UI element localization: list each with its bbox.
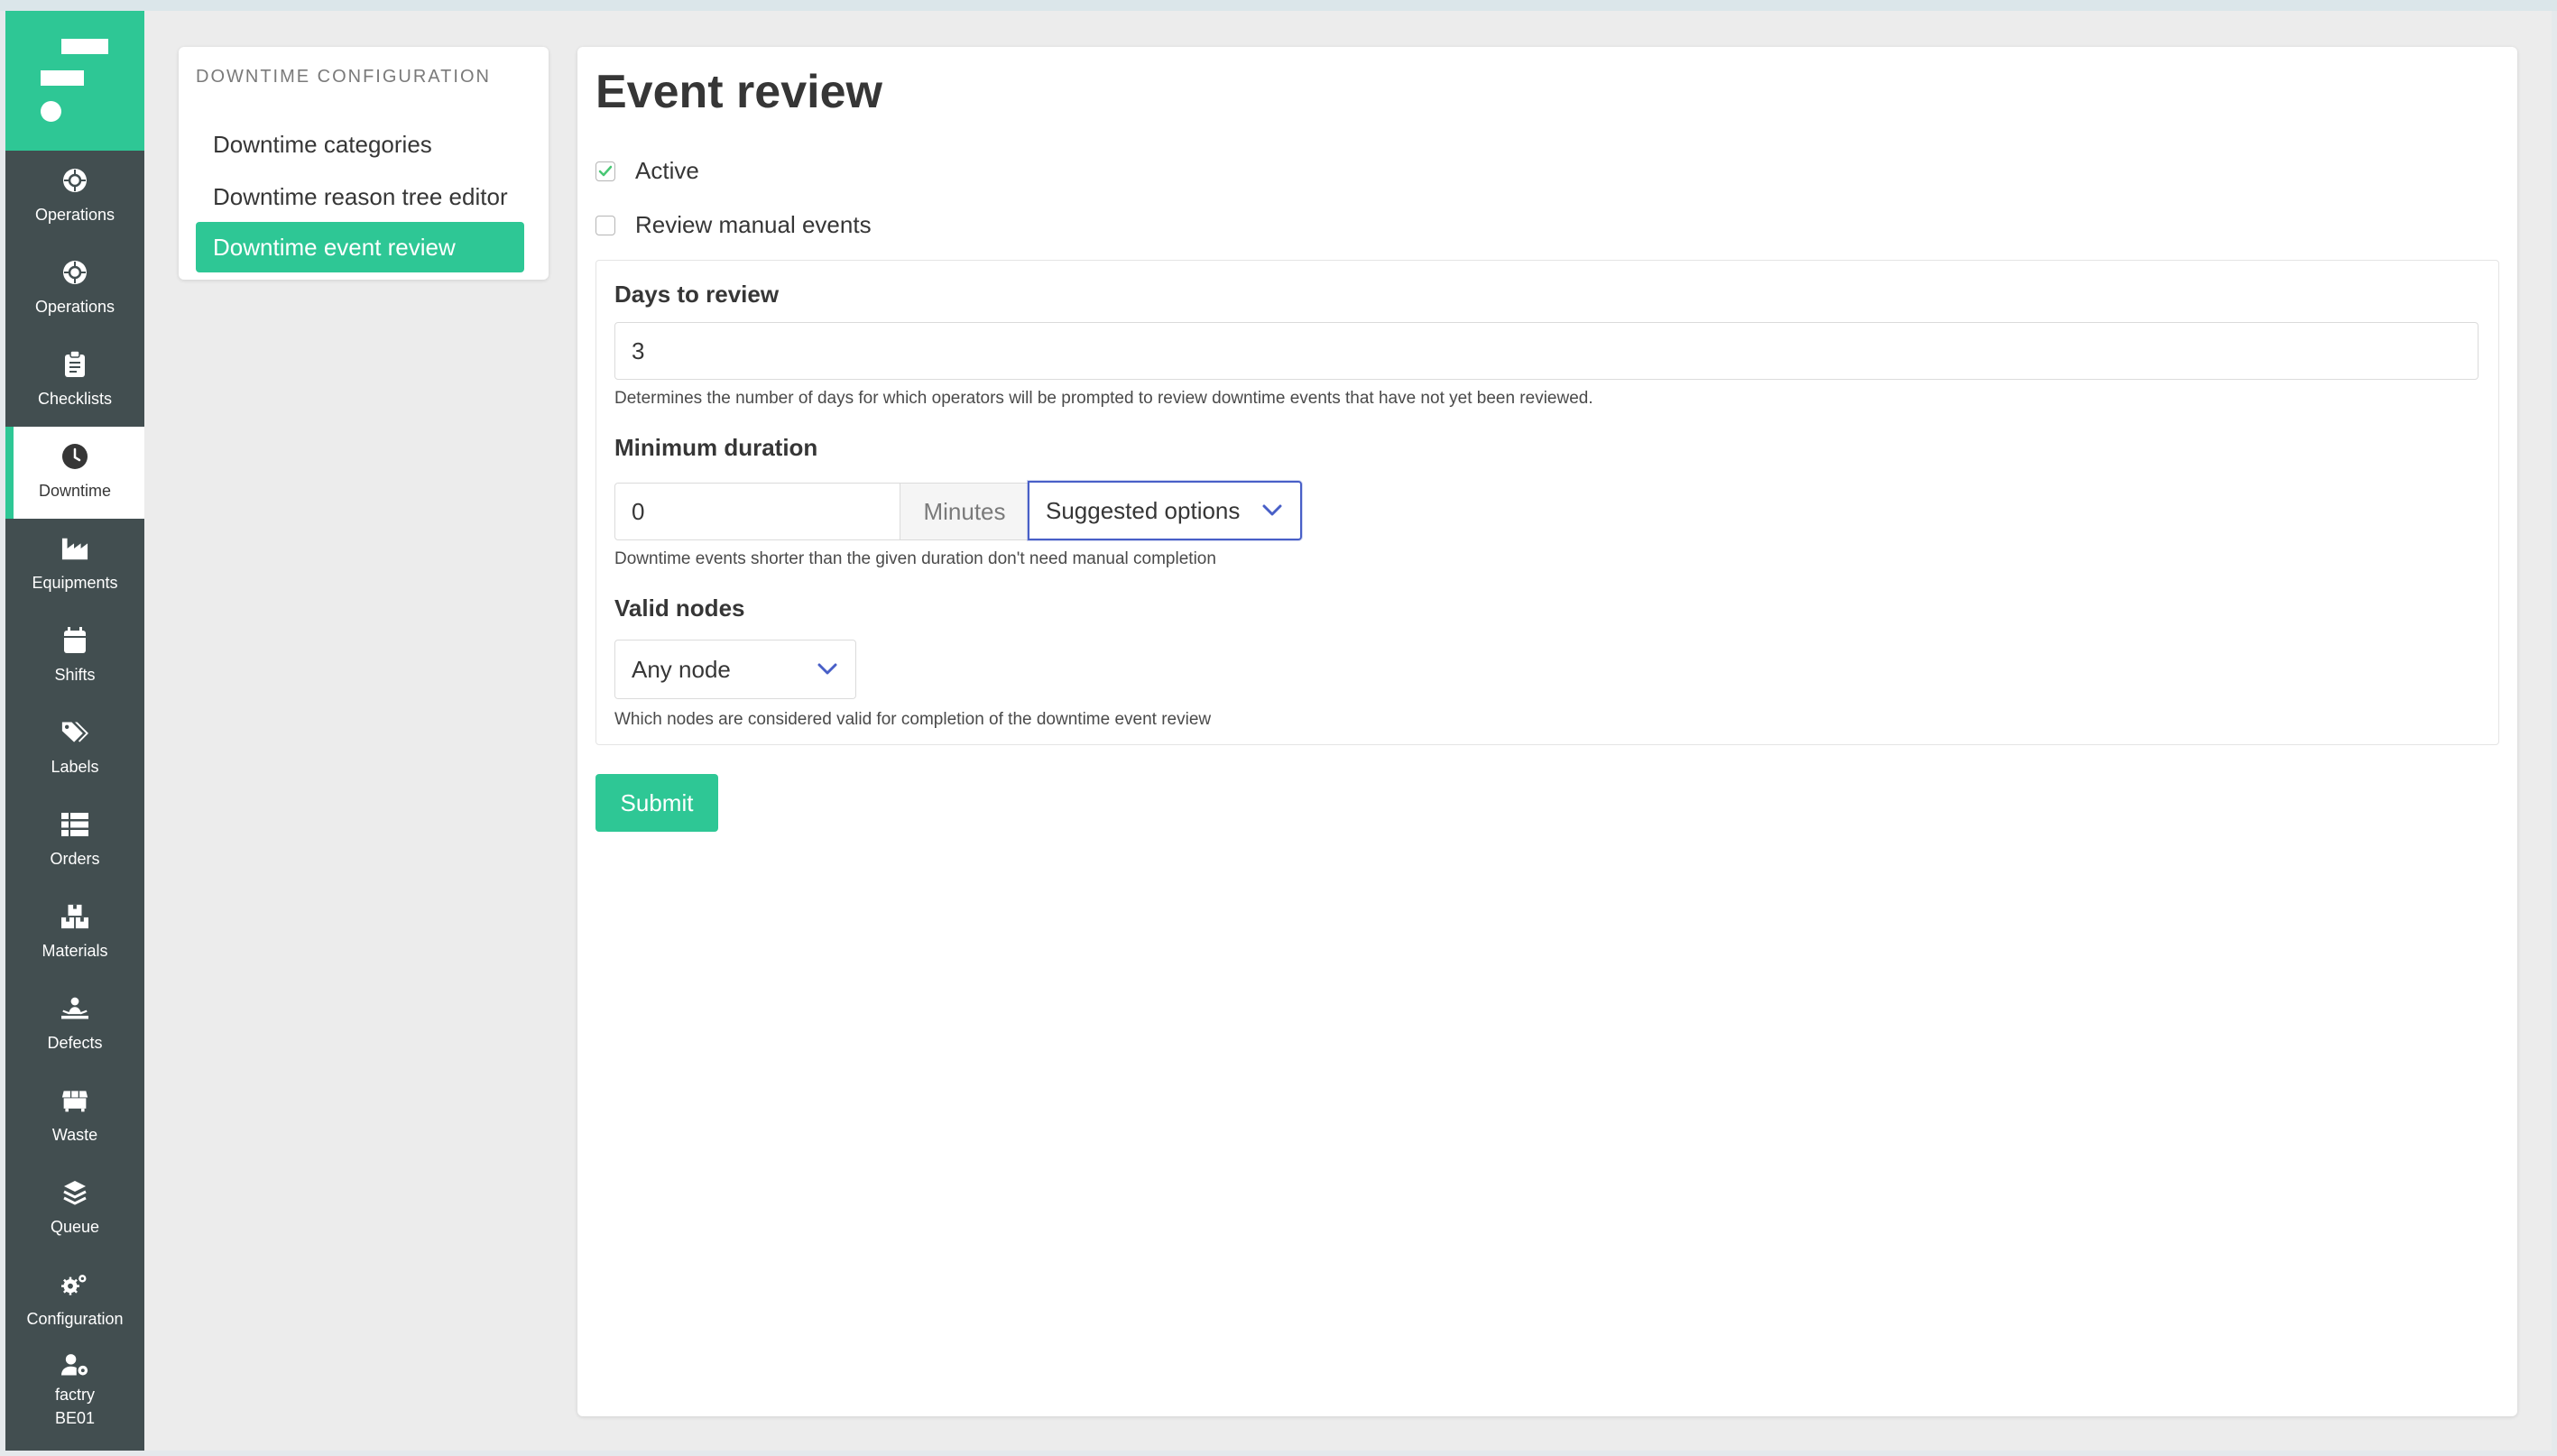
sidebar-item-label: Queue [50, 1218, 100, 1236]
user-site: BE01 [54, 1409, 96, 1427]
person-broken-icon [61, 995, 88, 1022]
sidebar: Operations Operations Checklists Downtim… [5, 11, 144, 1451]
factory-icon [61, 535, 88, 562]
suggested-options-value: Suggested options [1046, 496, 1241, 524]
list-icon [61, 811, 88, 838]
tags-icon [61, 719, 88, 746]
minutes-addon: Minutes [900, 483, 1029, 540]
valid-nodes-select[interactable]: Any node [614, 640, 856, 699]
event-review-card: Event review Active Review manual events… [577, 47, 2517, 1416]
sidebar-item-label: Waste [51, 1126, 98, 1144]
menu-link-downtime-categories[interactable]: Downtime categories [196, 119, 524, 170]
valid-nodes-label: Valid nodes [614, 594, 745, 622]
min-duration-label: Minimum duration [614, 434, 818, 461]
sidebar-item-defects[interactable]: Defects [5, 979, 144, 1071]
factry-logo[interactable] [5, 11, 144, 151]
user-menu[interactable]: factry BE01 [5, 1347, 144, 1430]
sidebar-item-waste[interactable]: Waste [5, 1071, 144, 1163]
sidebar-item-queue[interactable]: Queue [5, 1163, 144, 1255]
sidebar-item-label: Materials [42, 942, 108, 960]
sidebar-item-label: Shifts [54, 666, 96, 684]
submit-button[interactable]: Submit [595, 774, 718, 832]
app-frame: Operations Operations Checklists Downtim… [5, 11, 2552, 1451]
review-settings-box: Days to review 3 Determines the number o… [595, 260, 2499, 745]
check-icon [598, 165, 613, 176]
sidebar-item-label: Defects [47, 1034, 103, 1052]
menu-title: DOWNTIME CONFIGURATION [196, 67, 491, 87]
chevron-down-icon [1262, 504, 1282, 516]
valid-nodes-help: Which nodes are considered valid for com… [614, 710, 1212, 729]
min-duration-help: Downtime events shorter than the given d… [614, 549, 1216, 568]
days-input[interactable]: 3 [614, 322, 2479, 380]
sidebar-item-orders[interactable]: Orders [5, 795, 144, 887]
clock-icon [61, 443, 88, 470]
sidebar-item-label: Operations [34, 298, 115, 316]
calendar-icon [61, 627, 88, 654]
review-manual-checkbox[interactable] [595, 215, 615, 235]
active-label: Active [635, 157, 699, 184]
gears-icon [61, 1271, 88, 1298]
sidebar-item-label: Downtime [38, 482, 112, 500]
globe-icon [61, 167, 88, 194]
days-help: Determines the number of days for which … [614, 389, 1593, 408]
suggested-options-select[interactable]: Suggested options [1028, 481, 1302, 540]
sidebar-item-checklists[interactable]: Checklists [5, 335, 144, 427]
sidebar-item-operations-2[interactable]: Operations [5, 243, 144, 335]
sidebar-item-label: Orders [50, 850, 100, 868]
clipboard-icon [61, 351, 88, 378]
downtime-config-menu: DOWNTIME CONFIGURATION Downtime categori… [179, 47, 549, 280]
layers-icon [61, 1179, 88, 1206]
user-cog-icon [61, 1352, 88, 1378]
sidebar-item-shifts[interactable]: Shifts [5, 611, 144, 703]
chevron-down-icon [817, 663, 837, 675]
sidebar-item-label: Equipments [32, 574, 118, 592]
sidebar-item-configuration[interactable]: Configuration [5, 1255, 144, 1347]
globe-icon [61, 259, 88, 286]
review-manual-checkbox-row[interactable]: Review manual events [595, 211, 872, 239]
dumpster-icon [61, 1087, 88, 1114]
window-top-edge [0, 0, 2557, 11]
sidebar-item-label: Labels [51, 758, 99, 776]
boxes-icon [61, 903, 88, 930]
sidebar-item-downtime[interactable]: Downtime [5, 427, 144, 519]
review-manual-label: Review manual events [635, 211, 872, 238]
user-name: factry [54, 1386, 95, 1404]
min-duration-input[interactable]: 0 [614, 483, 901, 540]
menu-link-event-review[interactable]: Downtime event review [196, 222, 524, 272]
page-title: Event review [595, 66, 882, 118]
sidebar-item-equipments[interactable]: Equipments [5, 519, 144, 611]
sidebar-item-materials[interactable]: Materials [5, 887, 144, 979]
sidebar-item-labels[interactable]: Labels [5, 703, 144, 795]
sidebar-item-label: Configuration [26, 1310, 124, 1328]
sidebar-item-operations[interactable]: Operations [5, 151, 144, 243]
days-label: Days to review [614, 281, 780, 308]
valid-nodes-value: Any node [632, 655, 731, 683]
menu-link-reason-tree-editor[interactable]: Downtime reason tree editor [196, 171, 524, 222]
active-checkbox[interactable] [595, 161, 615, 181]
sidebar-item-label: Operations [34, 206, 115, 224]
sidebar-item-label: Checklists [37, 390, 113, 408]
active-checkbox-row[interactable]: Active [595, 157, 699, 185]
